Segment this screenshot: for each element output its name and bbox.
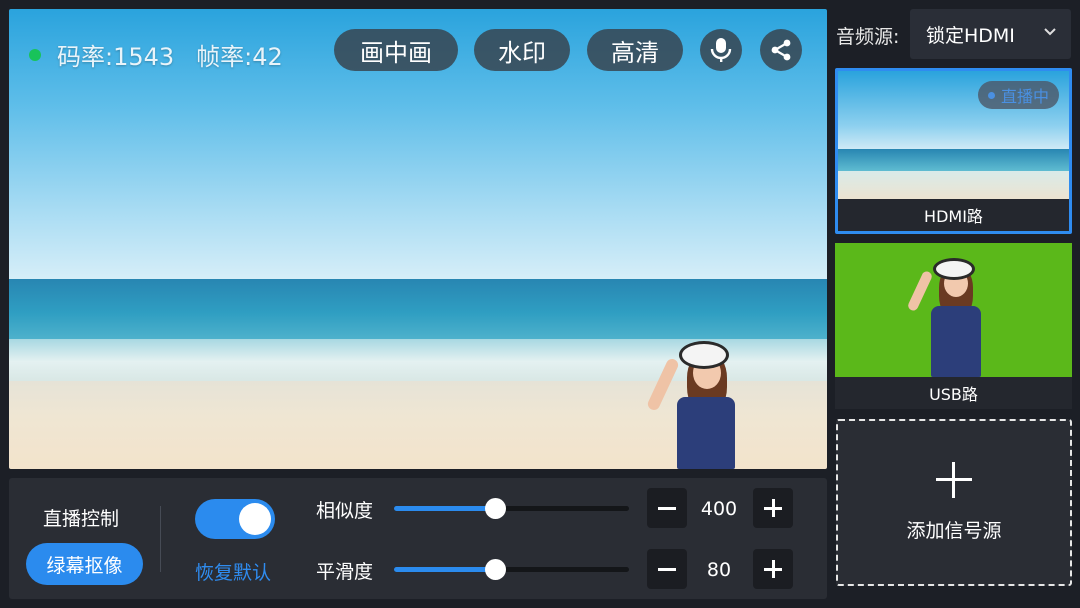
similarity-fill — [394, 506, 495, 511]
video-preview: 码率:1543 帧率:42 画中画 水印 高清 — [9, 9, 827, 469]
add-source-button[interactable]: 添加信号源 — [836, 419, 1072, 586]
source-label-usb: USB路 — [835, 377, 1072, 409]
mic-button[interactable] — [700, 29, 742, 71]
minus-icon — [658, 506, 676, 510]
divider — [160, 506, 161, 572]
watermark-button[interactable]: 水印 — [474, 29, 570, 71]
live-control-label: 直播控制 — [43, 508, 120, 530]
reset-defaults-link[interactable]: 恢复默认 — [195, 558, 271, 585]
dress — [677, 397, 735, 469]
live-badge-dot — [987, 91, 995, 99]
smoothness-value: 80 — [706, 559, 732, 581]
live-status-dot — [29, 48, 41, 61]
add-source-label: 添加信号源 — [906, 520, 1002, 542]
similarity-handle[interactable] — [485, 498, 506, 519]
share-icon — [771, 39, 791, 61]
smoothness-handle[interactable] — [485, 559, 506, 580]
plus-icon — [936, 462, 972, 498]
hat — [679, 341, 729, 369]
audio-source-select[interactable]: 锁定HDMI — [910, 9, 1071, 59]
source-hdmi[interactable]: 直播中 HDMI路 — [835, 68, 1072, 234]
share-button[interactable] — [760, 29, 802, 71]
framerate-readout: 帧率:42 — [196, 43, 283, 71]
source-usb[interactable]: USB路 — [835, 243, 1072, 409]
toggle-knob — [239, 503, 271, 535]
smoothness-label: 平滑度 — [316, 561, 374, 583]
smoothness-increment[interactable] — [753, 549, 793, 589]
live-badge-label: 直播中 — [1000, 87, 1049, 106]
bitrate-readout: 码率:1543 — [57, 43, 175, 71]
audio-source-label: 音频源: — [836, 26, 900, 48]
stream-stats: 码率:1543 帧率:42 — [29, 37, 305, 72]
similarity-decrement[interactable] — [647, 488, 687, 528]
smoothness-slider[interactable] — [394, 559, 629, 580]
pip-button[interactable]: 画中画 — [334, 29, 458, 71]
raised-arm — [645, 357, 681, 412]
chroma-key-toggle[interactable] — [195, 499, 275, 539]
control-panel: 直播控制 绿幕抠像 恢复默认 相似度 400 平滑度 80 — [9, 478, 827, 599]
live-badge: 直播中 — [977, 81, 1059, 109]
plus-icon — [764, 560, 782, 578]
usb-hat — [933, 258, 975, 280]
smoothness-fill — [394, 567, 495, 572]
smoothness-decrement[interactable] — [647, 549, 687, 589]
plus-icon — [764, 499, 782, 517]
similarity-increment[interactable] — [753, 488, 793, 528]
audio-source-value: 锁定HDMI — [926, 24, 1015, 47]
chroma-key-button[interactable]: 绿幕抠像 — [26, 543, 143, 585]
microphone-icon — [710, 38, 732, 62]
minus-icon — [658, 567, 676, 571]
similarity-slider[interactable] — [394, 498, 629, 519]
hd-button[interactable]: 高清 — [587, 29, 683, 71]
similarity-value: 400 — [700, 498, 738, 520]
usb-dress — [931, 306, 981, 377]
usb-person-figure — [906, 258, 993, 377]
similarity-label: 相似度 — [316, 500, 374, 522]
person-figure — [645, 339, 749, 469]
thumb-sea — [838, 149, 1069, 171]
source-label-hdmi: HDMI路 — [838, 199, 1069, 231]
preview-toolbar: 码率:1543 帧率:42 画中画 水印 高清 — [9, 9, 827, 89]
chevron-down-icon — [1044, 28, 1056, 36]
